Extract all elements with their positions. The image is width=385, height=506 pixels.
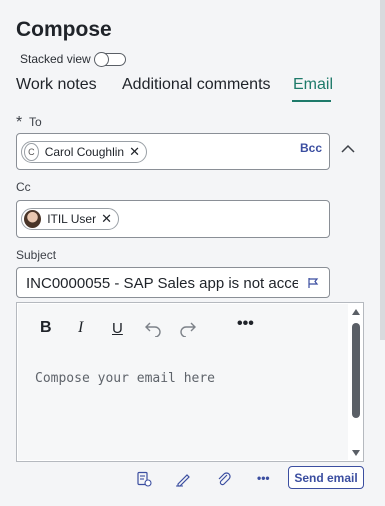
stacked-view-toggle[interactable] xyxy=(94,52,126,67)
underline-icon[interactable]: U xyxy=(112,319,123,337)
undo-icon[interactable] xyxy=(144,319,162,337)
template-icon[interactable] xyxy=(136,471,152,487)
editor-toolbar: B I U ••• xyxy=(18,304,348,350)
recipient-initial-avatar: C xyxy=(24,143,39,161)
user-avatar xyxy=(24,210,42,228)
editor-placeholder: Compose your email here xyxy=(35,371,216,386)
compose-title: Compose xyxy=(16,18,112,41)
remove-cc-recipient-icon[interactable]: ✕ xyxy=(101,211,112,227)
more-options-icon[interactable]: ••• xyxy=(237,315,254,333)
editor-body[interactable] xyxy=(18,350,348,460)
remove-recipient-icon[interactable]: ✕ xyxy=(129,144,140,160)
toggle-knob xyxy=(94,52,109,67)
page-scrollbar[interactable] xyxy=(380,0,385,340)
to-label: To xyxy=(29,115,42,129)
bcc-button[interactable]: Bcc xyxy=(300,141,322,155)
bold-icon[interactable]: B xyxy=(40,319,52,337)
scrollbar-thumb[interactable] xyxy=(352,323,360,418)
email-editor[interactable]: B I U ••• Compose your email here xyxy=(16,302,364,462)
subject-label: Subject xyxy=(16,248,57,262)
tab-additional-comments[interactable]: Additional comments xyxy=(122,76,271,94)
flag-icon[interactable] xyxy=(307,277,319,289)
recipient-name: Carol Coughlin xyxy=(44,145,125,159)
cc-recipient-name: ITIL User xyxy=(47,212,97,226)
attachment-icon[interactable] xyxy=(216,471,232,487)
cc-label: Cc xyxy=(16,180,31,194)
chevron-up-icon[interactable] xyxy=(340,141,356,157)
more-actions-icon[interactable]: ••• xyxy=(257,471,270,485)
active-tab-indicator xyxy=(292,100,331,102)
redo-icon[interactable] xyxy=(179,319,197,337)
cc-recipient-chip[interactable]: ITIL User ✕ xyxy=(21,208,119,230)
tab-work-notes[interactable]: Work notes xyxy=(16,76,97,94)
tab-email[interactable]: Email xyxy=(293,76,333,94)
cc-field[interactable]: ITIL User ✕ xyxy=(16,200,330,238)
recipient-chip[interactable]: C Carol Coughlin ✕ xyxy=(21,141,147,163)
stacked-view-label: Stacked view xyxy=(20,52,91,66)
subject-value: INC0000055 - SAP Sales app is not access… xyxy=(26,275,298,292)
send-email-button[interactable]: Send email xyxy=(288,466,364,489)
subject-input[interactable]: INC0000055 - SAP Sales app is not access… xyxy=(16,267,330,298)
italic-icon[interactable]: I xyxy=(78,319,83,337)
required-asterisk: * xyxy=(16,114,23,131)
signature-icon[interactable] xyxy=(175,471,191,487)
to-field[interactable]: C Carol Coughlin ✕ xyxy=(16,133,330,170)
